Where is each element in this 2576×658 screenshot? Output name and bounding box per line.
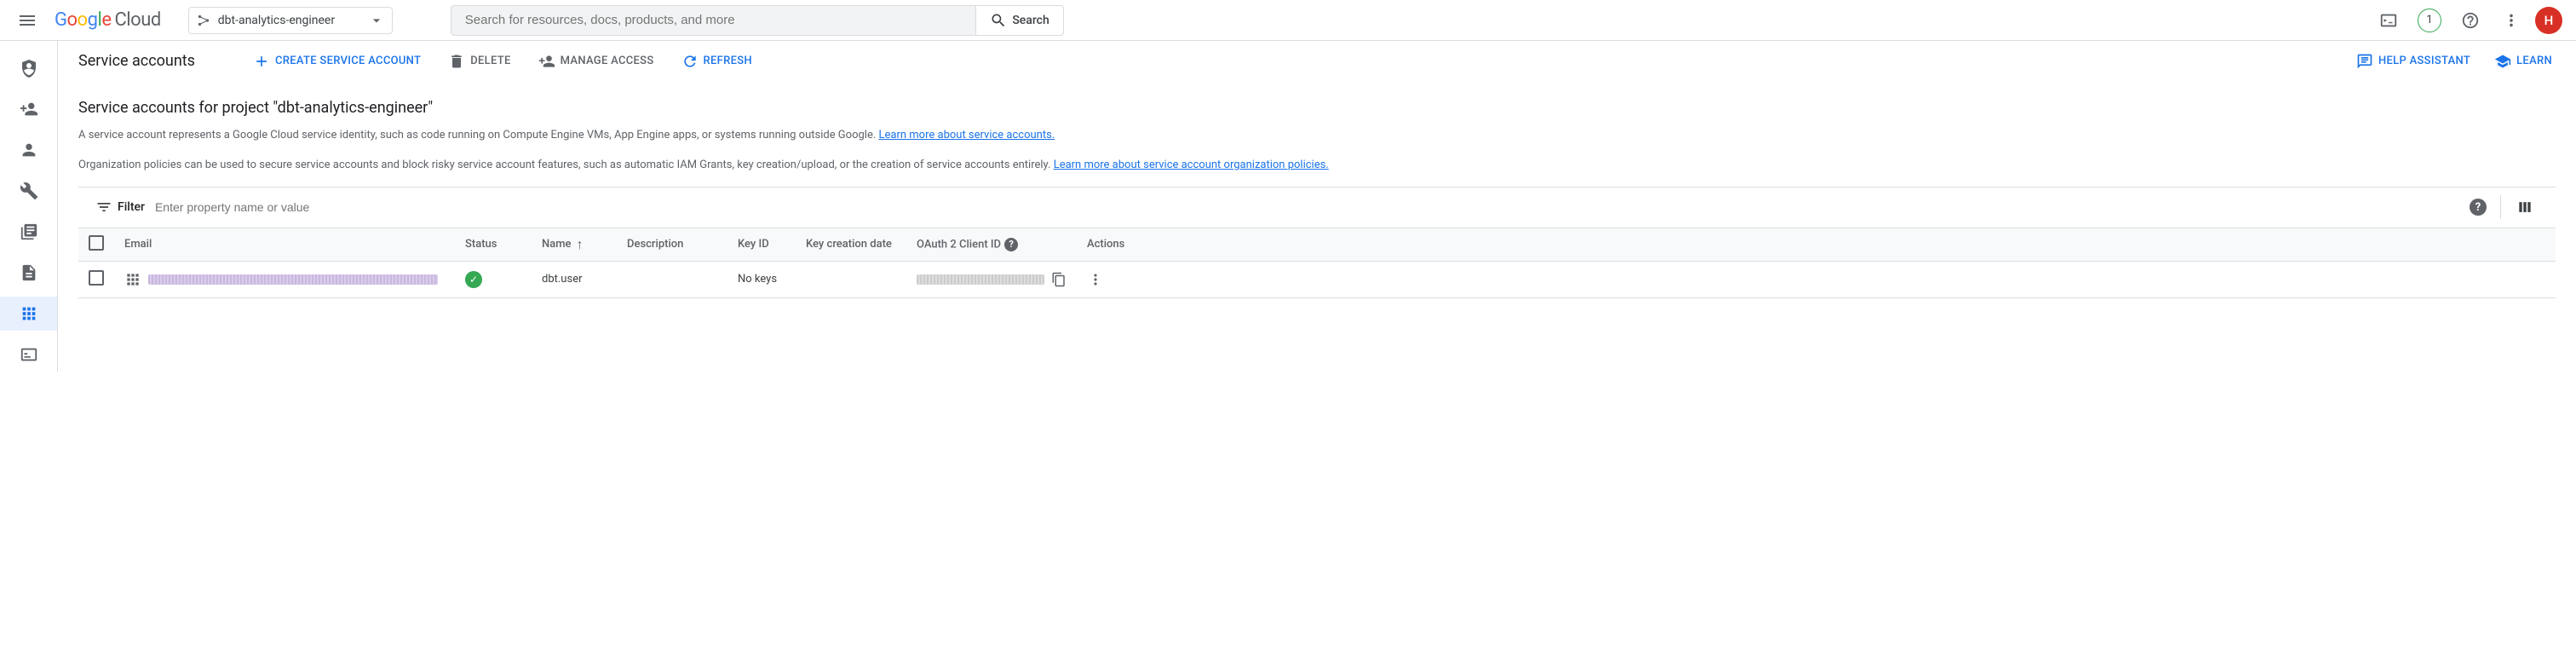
filter-input[interactable] bbox=[155, 200, 2449, 214]
filter-bar: Filter ? bbox=[78, 187, 2556, 228]
rail-iam-icon[interactable] bbox=[12, 51, 46, 85]
shield-person-icon bbox=[19, 58, 39, 78]
person-add-icon bbox=[538, 53, 555, 70]
main: Service accounts CREATE SERVICE ACCOUNT … bbox=[58, 41, 2576, 372]
col-keyid[interactable]: Key ID bbox=[727, 228, 796, 261]
table-row: ✓ dbt.user No keys bbox=[78, 261, 2556, 297]
help-assistant-button[interactable]: HELP ASSISTANT bbox=[2353, 48, 2474, 75]
col-description[interactable]: Description bbox=[617, 228, 727, 261]
column-selector-button[interactable] bbox=[2508, 190, 2542, 224]
row-keyid: No keys bbox=[727, 261, 796, 297]
search-button-label: Search bbox=[1012, 14, 1049, 27]
refresh-icon bbox=[681, 53, 699, 70]
search-input[interactable] bbox=[451, 13, 976, 27]
avatar[interactable]: H bbox=[2535, 7, 2562, 34]
redacted-oauth bbox=[917, 274, 1044, 285]
col-actions: Actions bbox=[1077, 228, 2556, 261]
layout: Service accounts CREATE SERVICE ACCOUNT … bbox=[0, 41, 2576, 372]
project-selector[interactable]: dbt-analytics-engineer bbox=[188, 7, 393, 34]
filter-icon bbox=[95, 199, 112, 216]
card-icon bbox=[20, 345, 38, 364]
learn-button[interactable]: LEARN bbox=[2491, 48, 2556, 75]
top-header: Google Cloud dbt-analytics-engineer Sear… bbox=[0, 0, 2576, 41]
school-icon bbox=[2494, 53, 2511, 70]
rail-person[interactable] bbox=[12, 133, 46, 167]
desc-2: Organization policies can be used to sec… bbox=[78, 157, 2556, 175]
page-icon bbox=[20, 263, 38, 282]
row-keycreation bbox=[796, 261, 906, 297]
more-button[interactable] bbox=[2494, 3, 2528, 38]
divider bbox=[2500, 195, 2501, 219]
service-accounts-table: Email Status Name↑ Description Key ID Ke… bbox=[78, 228, 2556, 298]
service-account-row-icon bbox=[124, 271, 141, 288]
hamburger-icon bbox=[17, 10, 37, 31]
status-ok-icon: ✓ bbox=[465, 271, 482, 288]
rail-wrench[interactable] bbox=[12, 174, 46, 208]
row-name: dbt.user bbox=[532, 261, 617, 297]
copy-button[interactable] bbox=[1051, 272, 1067, 287]
person-icon bbox=[20, 141, 38, 159]
more-vert-icon bbox=[2502, 11, 2521, 30]
manage-access-button[interactable]: MANAGE ACCESS bbox=[535, 48, 658, 75]
rail-service-accounts[interactable] bbox=[0, 297, 57, 331]
col-email[interactable]: Email bbox=[114, 228, 455, 261]
library-icon bbox=[20, 222, 38, 241]
more-vert-icon bbox=[1087, 271, 1104, 288]
delete-button[interactable]: DELETE bbox=[445, 48, 514, 75]
wrench-icon bbox=[20, 182, 38, 200]
col-name[interactable]: Name↑ bbox=[532, 228, 617, 261]
help-dot-icon[interactable]: ? bbox=[1004, 238, 1018, 251]
chevron-down-icon bbox=[368, 12, 385, 29]
filter-help-button[interactable]: ? bbox=[2459, 190, 2493, 224]
redacted-email[interactable] bbox=[148, 274, 438, 285]
copy-icon bbox=[1051, 272, 1067, 287]
rail-books[interactable] bbox=[12, 215, 46, 249]
row-description bbox=[617, 261, 727, 297]
cloud-shell-button[interactable] bbox=[2372, 3, 2406, 38]
create-service-account-button[interactable]: CREATE SERVICE ACCOUNT bbox=[250, 48, 424, 75]
page-title: Service accounts bbox=[78, 52, 195, 70]
help-icon bbox=[2461, 11, 2480, 30]
rail-labels[interactable] bbox=[12, 338, 46, 372]
trash-icon bbox=[448, 53, 465, 70]
desc-1: A service account represents a Google Cl… bbox=[78, 127, 2556, 145]
row-actions-button[interactable] bbox=[1087, 271, 2545, 288]
rail-page[interactable] bbox=[12, 256, 46, 290]
help-button[interactable] bbox=[2453, 3, 2487, 38]
help-dot-icon: ? bbox=[2470, 199, 2487, 216]
row-checkbox[interactable] bbox=[89, 270, 104, 286]
logo-cloud-text: Cloud bbox=[114, 9, 160, 31]
notifications-button[interactable]: 1 bbox=[2412, 3, 2447, 38]
learn-more-sa-link[interactable]: Learn more about service accounts. bbox=[879, 129, 1055, 141]
col-keycreation[interactable]: Key creation date bbox=[796, 228, 906, 261]
person-add-icon bbox=[20, 100, 38, 118]
search-button[interactable]: Search bbox=[975, 6, 1062, 35]
col-status[interactable]: Status bbox=[455, 228, 532, 261]
project-icon bbox=[196, 13, 211, 28]
service-account-icon bbox=[20, 304, 38, 323]
col-oauth[interactable]: OAuth 2 Client ID? bbox=[906, 228, 1077, 261]
columns-icon bbox=[2516, 199, 2533, 216]
search-box: Search bbox=[451, 5, 1064, 36]
chat-icon bbox=[2356, 53, 2373, 70]
table-header-row: Email Status Name↑ Description Key ID Ke… bbox=[78, 228, 2556, 261]
learn-more-org-link[interactable]: Learn more about service account organiz… bbox=[1054, 159, 1329, 171]
refresh-button[interactable]: REFRESH bbox=[678, 48, 756, 75]
subheading: Service accounts for project "dbt-analyt… bbox=[78, 99, 2556, 117]
sort-asc-icon: ↑ bbox=[577, 236, 584, 253]
terminal-icon bbox=[2379, 11, 2398, 30]
search-icon bbox=[990, 12, 1007, 29]
rail-add-person[interactable] bbox=[12, 92, 46, 126]
google-cloud-logo[interactable]: Google Cloud bbox=[55, 9, 161, 31]
notification-badge: 1 bbox=[2418, 9, 2441, 32]
filter-label: Filter bbox=[85, 199, 145, 216]
plus-icon bbox=[253, 53, 270, 70]
header-right: 1 H bbox=[2372, 3, 2569, 38]
project-name: dbt-analytics-engineer bbox=[218, 14, 361, 27]
content: Service accounts for project "dbt-analyt… bbox=[58, 82, 2576, 315]
select-all-checkbox[interactable] bbox=[89, 235, 104, 251]
action-bar: Service accounts CREATE SERVICE ACCOUNT … bbox=[58, 41, 2576, 82]
menu-button[interactable] bbox=[7, 0, 48, 41]
left-rail bbox=[0, 41, 58, 372]
